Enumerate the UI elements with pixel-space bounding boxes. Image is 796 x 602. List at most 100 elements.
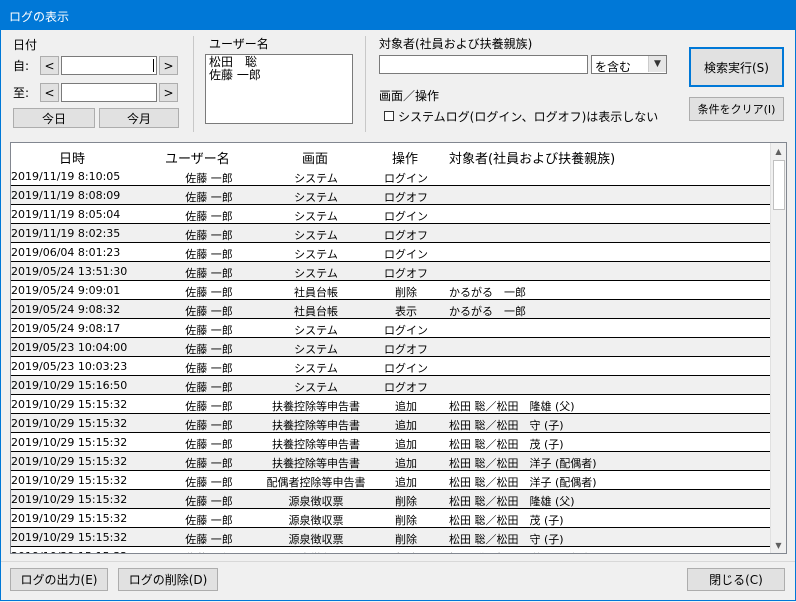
cell-user: 佐藤 一郎 [185,438,233,451]
cell-datetime: 2019/11/19 8:08:09 [11,189,121,202]
this-month-button[interactable]: 今月 [99,108,179,128]
export-log-button[interactable]: ログの出力(E) [10,568,108,591]
cell-user: 佐藤 一郎 [185,267,233,280]
table-row[interactable]: 2019/11/19 8:02:35 佐藤 一郎 システム ログオフ [11,224,771,243]
table-row[interactable]: 2019/10/29 15:15:32 佐藤 一郎 源泉徴収票 削除 松田 聡／松田 守… [11,528,771,547]
vertical-scrollbar[interactable]: ▲ ▼ [770,143,786,553]
column-header-user[interactable]: ユーザー名 [165,148,230,167]
cell-datetime: 2019/05/24 9:09:01 [11,284,121,297]
cell-operation: 表示 [395,305,417,318]
to-date-input[interactable] [61,83,157,102]
cell-datetime: 2019/06/04 8:01:23 [11,246,121,259]
cell-user: 佐藤 一郎 [185,533,233,546]
cell-operation: 削除 [395,533,417,546]
column-header-screen[interactable]: 画面 [302,148,328,167]
cell-datetime: 2019/10/29 15:15:32 [11,436,128,449]
scroll-up-arrow-icon[interactable]: ▲ [771,143,786,159]
cell-user: 佐藤 一郎 [185,305,233,318]
cell-datetime: 2019/11/19 8:10:05 [11,170,121,183]
table-row[interactable]: 2019/10/29 15:15:32 佐藤 一郎 源泉徴収票 削除 松田 聡／松田 隆… [11,490,771,509]
dialog-body: 日付 自: < > 至: < > 今日 今月 ユーザー名 松田 聡 佐藤 一郎 … [0,30,796,601]
table-row[interactable]: 2019/10/29 15:15:32 佐藤 一郎 源泉徴収票 削除 松田 聡／松田 茂… [11,509,771,528]
table-row[interactable]: 2019/10/29 15:15:32 佐藤 一郎 源泉徴収票削除 松田 聡／松田 洋… [11,547,771,553]
column-header-datetime[interactable]: 日時 [59,148,85,167]
cell-screen: システム [294,210,338,223]
cell-target: 松田 聡／松田 隆雄 (父) [449,400,575,413]
divider [193,36,194,132]
cell-screen: 扶養控除等申告書 [272,438,360,451]
cell-operation: 追加 [395,419,417,432]
cell-datetime: 2019/10/29 15:15:32 [11,512,128,525]
cell-target: 松田 聡／松田 洋子 (配偶者) [449,476,597,489]
from-prev-button[interactable]: < [40,56,59,75]
from-date-input[interactable] [61,56,157,75]
log-grid[interactable]: 日時 ユーザー名 画面 操作 対象者(社員および扶養親族) 2019/11/19… [10,142,787,554]
cell-operation: ログイン [384,172,428,185]
cell-user: 佐藤 一郎 [185,229,233,242]
divider [1,561,795,562]
cell-screen: システム [294,248,338,261]
from-next-button[interactable]: > [159,56,178,75]
cell-operation: 削除 [395,514,417,527]
table-row[interactable]: 2019/10/29 15:15:32 佐藤 一郎 扶養控除等申告書 追加 松田 聡／松… [11,395,771,414]
close-button[interactable]: 閉じる(C) [687,568,785,591]
table-row[interactable]: 2019/05/23 10:04:00 佐藤 一郎 システム ログオフ [11,338,771,357]
table-row[interactable]: 2019/05/24 9:09:01 佐藤 一郎 社員台帳 削除 かるがる 一郎 [11,281,771,300]
screen-op-label: 画面／操作 [379,89,440,103]
table-row[interactable]: 2019/10/29 15:15:32 佐藤 一郎 扶養控除等申告書 追加 松田 聡／松… [11,433,771,452]
today-button[interactable]: 今日 [13,108,95,128]
cell-screen: 扶養控除等申告書 [272,400,360,413]
scroll-thumb[interactable] [773,160,785,210]
target-search-input[interactable] [379,55,588,74]
column-header-operation[interactable]: 操作 [392,148,418,167]
cell-operation: 追加 [395,476,417,489]
cell-user: 佐藤 一郎 [185,286,233,299]
table-row[interactable]: 2019/06/04 8:01:23 佐藤 一郎 システム ログイン [11,243,771,262]
cell-user: 佐藤 一郎 [185,191,233,204]
text-caret [153,59,154,72]
cell-screen: システム [294,172,338,185]
cell-datetime: 2019/10/29 15:15:32 [11,493,128,506]
cell-target: 松田 聡／松田 守 (子) [449,533,564,546]
delete-log-button[interactable]: ログの削除(D) [118,568,218,591]
cell-operation: ログイン [384,248,428,261]
clear-conditions-button[interactable]: 条件をクリア(I) [689,97,784,121]
table-row[interactable]: 2019/10/29 15:15:32 佐藤 一郎 扶養控除等申告書 追加 松田 聡／松… [11,452,771,471]
cell-user: 佐藤 一郎 [185,514,233,527]
cell-datetime: 2019/05/24 9:08:17 [11,322,121,335]
to-prev-button[interactable]: < [40,83,59,102]
column-header-target[interactable]: 対象者(社員および扶養親族) [449,148,615,167]
cell-user: 佐藤 一郎 [185,476,233,489]
table-row[interactable]: 2019/11/19 8:08:09 佐藤 一郎 システム ログオフ [11,186,771,205]
system-log-checkbox[interactable] [384,111,394,121]
chevron-down-icon[interactable]: ▼ [648,56,666,72]
scroll-down-arrow-icon[interactable]: ▼ [771,537,786,553]
cell-datetime: 2019/10/29 15:15:32 [11,550,127,553]
table-row[interactable]: 2019/11/19 8:10:05 佐藤 一郎 システム ログイン [11,167,771,186]
table-row[interactable]: 2019/10/29 15:16:50 佐藤 一郎 システム ログオフ [11,376,771,395]
table-row[interactable]: 2019/10/29 15:15:32 佐藤 一郎 配偶者控除等申告書 追加 松田 聡／… [11,471,771,490]
cell-screen: 社員台帳 [294,305,338,318]
date-group-label: 日付 [13,38,38,52]
cell-user: 佐藤 一郎 [171,550,247,553]
cell-datetime: 2019/05/23 10:03:23 [11,360,128,373]
cell-user: 佐藤 一郎 [185,457,233,470]
table-row[interactable]: 2019/05/23 10:03:23 佐藤 一郎 システム ログイン [11,357,771,376]
table-row[interactable]: 2019/10/29 15:15:32 佐藤 一郎 扶養控除等申告書 追加 松田 聡／松… [11,414,771,433]
table-row[interactable]: 2019/11/19 8:05:04 佐藤 一郎 システム ログイン [11,205,771,224]
table-row[interactable]: 2019/05/24 9:08:32 佐藤 一郎 社員台帳 表示 かるがる 一郎 [11,300,771,319]
user-list-item[interactable]: 佐藤 一郎 [209,69,349,82]
table-row[interactable]: 2019/05/24 9:08:17 佐藤 一郎 システム ログイン [11,319,771,338]
target-group-label: 対象者(社員および扶養親族) [379,37,533,51]
search-button[interactable]: 検索実行(S) [689,47,784,87]
user-listbox[interactable]: 松田 聡 佐藤 一郎 [205,54,353,124]
cell-operation: ログオフ [384,343,428,356]
cell-target: かるがる 一郎 [449,305,526,318]
to-label: 至: [13,86,30,100]
cell-user: 佐藤 一郎 [185,495,233,508]
to-next-button[interactable]: > [159,83,178,102]
table-row[interactable]: 2019/05/24 13:51:30 佐藤 一郎 システム ログオフ [11,262,771,281]
match-mode-select[interactable]: を含む ▼ [591,55,667,74]
system-log-checkbox-label[interactable]: システムログ(ログイン、ログオフ)は表示しない [398,108,658,125]
cell-screen: 社員台帳 [294,286,338,299]
